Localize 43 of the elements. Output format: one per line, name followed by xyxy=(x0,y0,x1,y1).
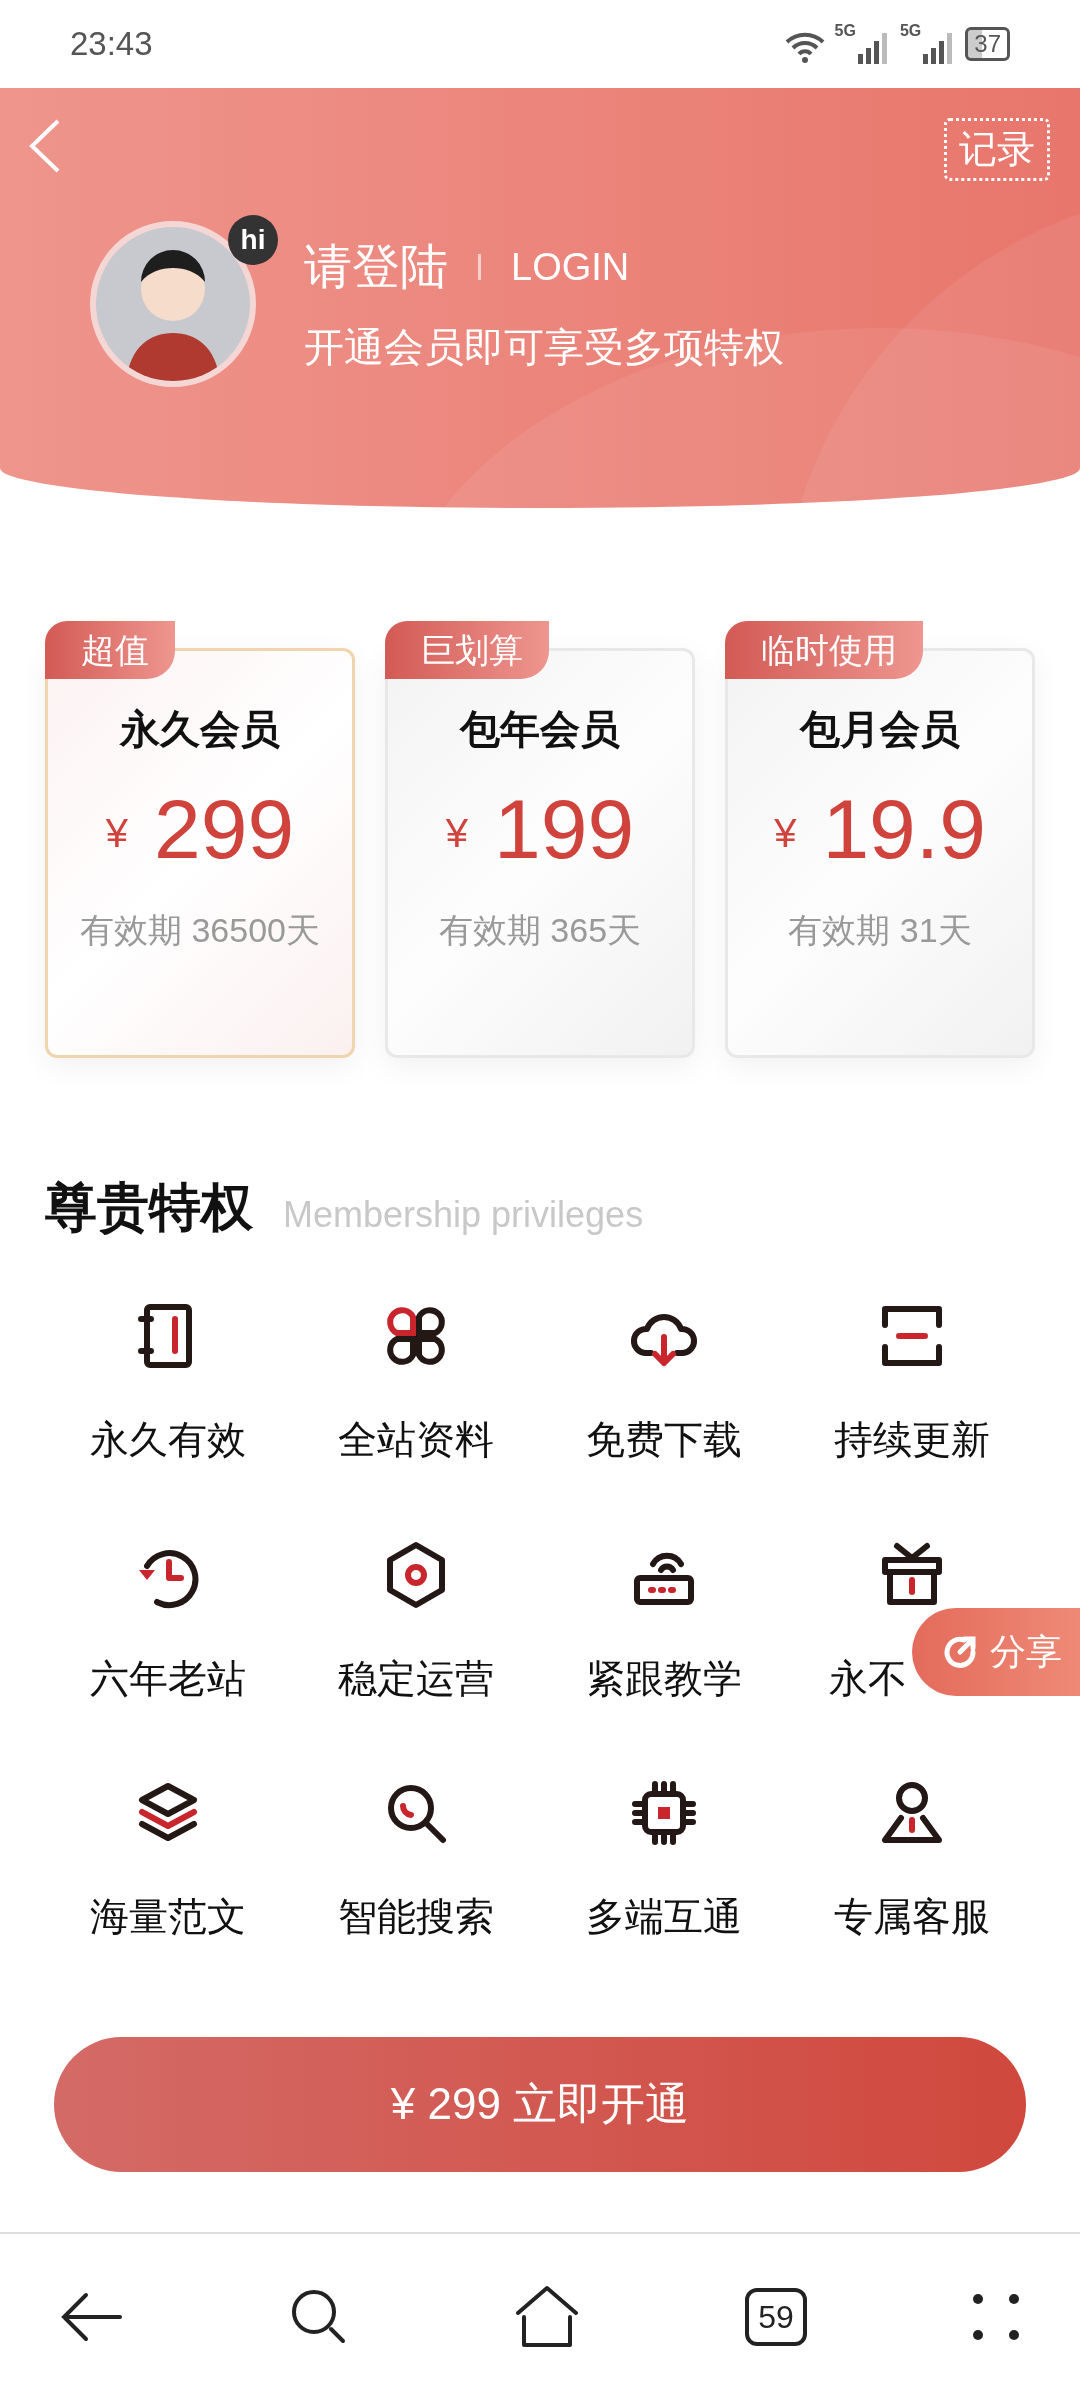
plan-tag: 巨划算 xyxy=(385,621,549,679)
privilege-label: 专属客服 xyxy=(834,1894,990,1940)
plan-price: 299 xyxy=(154,787,295,871)
records-button[interactable]: 记录 xyxy=(944,118,1050,182)
login-label[interactable]: LOGIN xyxy=(511,238,630,296)
plan-tag: 超值 xyxy=(45,621,175,679)
section-title: 尊贵特权 xyxy=(45,1177,253,1238)
privilege-label: 免费下载 xyxy=(586,1417,742,1463)
chip-icon xyxy=(629,1778,699,1848)
currency-sign: ¥ xyxy=(774,810,797,857)
battery: 37 xyxy=(965,26,1010,62)
plan-validity: 有效期 365天 xyxy=(438,910,642,951)
tabs-button[interactable]: 59 xyxy=(745,2288,807,2346)
plan-name: 包月会员 xyxy=(800,706,960,753)
privilege-label: 海量范文 xyxy=(90,1894,246,1940)
subtitle: 开通会员即可享受多项特权 xyxy=(304,324,784,372)
plan-price: 199 xyxy=(494,787,635,871)
network-type: 5G xyxy=(834,21,856,42)
buy-button[interactable]: ¥ 299 立即开通 xyxy=(54,2036,1026,2172)
privilege-label: 全站资料 xyxy=(338,1417,494,1463)
privilege-label: 多端互通 xyxy=(586,1894,742,1940)
plan-name: 永久会员 xyxy=(120,706,280,753)
plan-validity: 有效期 31天 xyxy=(788,910,972,951)
privilege-label: 六年老站 xyxy=(90,1655,246,1702)
menu-icon[interactable] xyxy=(972,2293,1020,2341)
privilege-label: 智能搜索 xyxy=(338,1894,494,1940)
privilege-label: 稳定运营 xyxy=(338,1655,494,1702)
share-button[interactable]: 分享 xyxy=(912,1608,1080,1696)
plan-name: 包年会员 xyxy=(460,706,620,753)
privilege-label: 永不 xyxy=(829,1655,907,1702)
currency-sign: ¥ xyxy=(445,810,469,857)
login-title[interactable]: 请登陆 xyxy=(304,231,448,304)
hi-badge: hi xyxy=(228,215,278,266)
privilege-label: 永久有效 xyxy=(90,1417,246,1463)
plan-price: 19.9 xyxy=(822,787,986,871)
privilege-label: 紧跟教学 xyxy=(586,1655,742,1702)
plan-tag: 临时使用 xyxy=(725,621,923,679)
network-type: 5G xyxy=(899,21,922,42)
currency-sign: ¥ xyxy=(105,810,129,857)
privilege-label: 持续更新 xyxy=(834,1417,990,1463)
status-time: 23:43 xyxy=(70,24,153,65)
home-icon[interactable] xyxy=(514,2285,580,2349)
plan-validity: 有效期 36500天 xyxy=(80,910,320,951)
